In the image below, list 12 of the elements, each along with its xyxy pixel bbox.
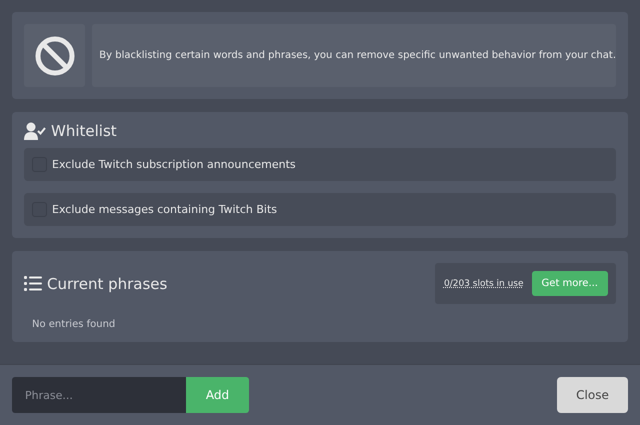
user-check-icon: [24, 122, 46, 140]
phrase-input[interactable]: Phrase...: [12, 377, 186, 413]
close-button[interactable]: Close: [557, 377, 628, 413]
prohibited-icon: [34, 36, 75, 76]
section-title: Whitelist: [51, 122, 117, 140]
option-label: Exclude messages containing Twitch Bits: [52, 203, 278, 216]
empty-message: No entries found: [32, 319, 116, 330]
info-text: By blacklisting certain words and phrases, you can remove specific unwanted behavior from your chat.: [99, 50, 616, 61]
list-icon: [24, 276, 42, 291]
slots-link[interactable]: 0/203 slots in use: [444, 278, 524, 288]
option-label: Exclude Twitch subscription announcements: [52, 158, 296, 171]
section-title: Current phrases: [47, 274, 168, 292]
